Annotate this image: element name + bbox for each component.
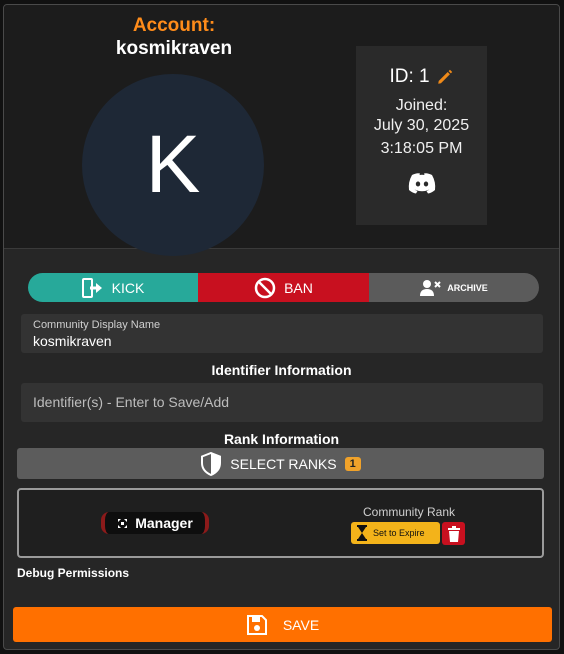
trash-icon: [447, 525, 461, 542]
rank-card: Manager Community Rank Set to Expire: [17, 488, 544, 558]
kick-button[interactable]: KICK: [28, 273, 198, 302]
edit-pencil-icon[interactable]: [436, 68, 454, 86]
account-id: ID: 1: [389, 66, 430, 87]
set-to-expire-button[interactable]: Set to Expire: [351, 522, 440, 544]
identifier-input[interactable]: Identifier(s) - Enter to Save/Add: [21, 383, 543, 422]
joined-date: July 30, 2025: [373, 117, 470, 134]
user-x-icon: [420, 279, 442, 297]
identifier-placeholder: Identifier(s) - Enter to Save/Add: [33, 394, 230, 410]
rank-count-badge: 1: [344, 456, 361, 471]
hourglass-icon: [356, 525, 368, 541]
avatar-letter: K: [145, 119, 201, 210]
display-name-label: Community Display Name: [33, 319, 161, 331]
rank-name: Manager: [135, 515, 193, 531]
expand-arrows-icon: [117, 518, 128, 529]
expire-label: Set to Expire: [373, 528, 425, 538]
account-info-box: ID: 1 Joined: July 30, 2025 3:18:05 PM: [356, 46, 487, 225]
archive-button[interactable]: ARCHIVE: [369, 273, 539, 302]
account-label: Account:: [132, 15, 216, 36]
select-ranks-button[interactable]: SELECT RANKS 1: [17, 448, 544, 479]
account-username: kosmikraven: [115, 38, 233, 59]
save-label: SAVE: [282, 616, 320, 633]
id-row: ID: 1: [356, 66, 487, 88]
display-name-field[interactable]: Community Display Name kosmikraven: [21, 314, 543, 353]
ban-button[interactable]: BAN: [198, 273, 369, 302]
profile-header: Account: kosmikraven K ID: 1 Joined: Jul…: [4, 5, 559, 256]
joined-time: 3:18:05 PM: [380, 140, 463, 157]
kick-label: KICK: [111, 279, 145, 296]
delete-rank-button[interactable]: [442, 522, 465, 545]
rank-section-title: Rank Information: [223, 431, 340, 447]
save-button[interactable]: SAVE: [13, 607, 552, 642]
community-rank-label: Community Rank: [362, 505, 456, 519]
rank-pill-manager[interactable]: Manager: [101, 512, 209, 534]
ban-label: BAN: [284, 279, 313, 296]
identifier-section-title: Identifier Information: [211, 362, 352, 378]
select-ranks-label: SELECT RANKS: [230, 455, 337, 472]
discord-icon[interactable]: [407, 172, 437, 194]
door-exit-icon: [81, 277, 104, 298]
user-profile-panel: Account: kosmikraven K ID: 1 Joined: Jul…: [3, 4, 560, 650]
display-name-value[interactable]: kosmikraven: [33, 333, 112, 349]
shield-icon: [200, 451, 222, 476]
joined-label: Joined:: [395, 97, 448, 114]
avatar: K: [82, 74, 264, 256]
archive-label: ARCHIVE: [447, 282, 488, 293]
debug-permissions-link[interactable]: Debug Permissions: [17, 566, 129, 580]
ban-icon: [254, 277, 276, 299]
moderation-actions: KICK BAN ARCHIVE: [28, 273, 539, 302]
floppy-disk-icon: [246, 614, 268, 636]
